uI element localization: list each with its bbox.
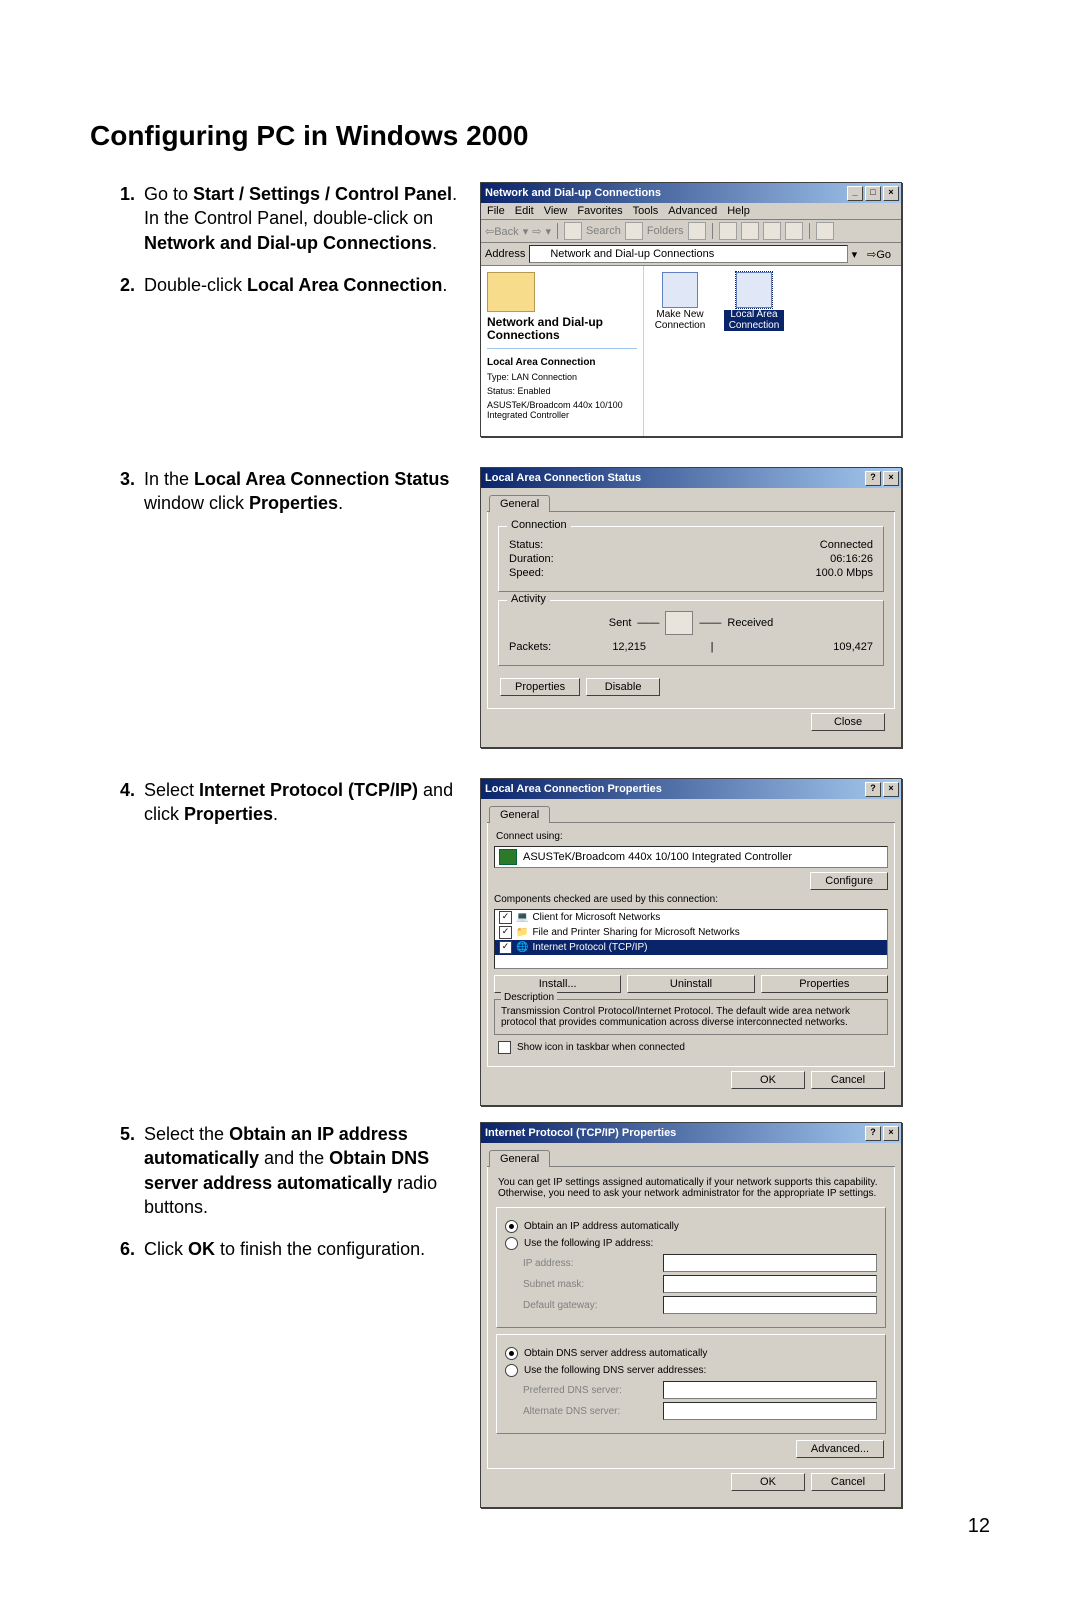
local-area-connection[interactable]: Local Area Connection bbox=[724, 272, 784, 331]
make-new-connection[interactable]: Make New Connection bbox=[650, 272, 710, 331]
lan-connection-icon bbox=[736, 272, 772, 308]
packets-sent: 12,215 bbox=[551, 641, 707, 653]
history-icon[interactable] bbox=[688, 222, 706, 240]
search-icon[interactable] bbox=[564, 222, 582, 240]
menubar[interactable]: File Edit View Favorites Tools Advanced … bbox=[481, 203, 901, 220]
tab-general[interactable]: General bbox=[489, 495, 550, 512]
connect-using-label: Connect using: bbox=[496, 831, 886, 842]
minimize-button[interactable]: _ bbox=[847, 186, 863, 201]
window-tcpip-properties: Internet Protocol (TCP/IP) Properties ? … bbox=[480, 1122, 902, 1508]
toolbar[interactable]: ⇦Back ▾⇨▾ Search Folders bbox=[481, 220, 901, 243]
menu-advanced[interactable]: Advanced bbox=[668, 205, 717, 217]
window-lac-properties: Local Area Connection Properties ? × Gen… bbox=[480, 778, 902, 1106]
close-button[interactable]: × bbox=[883, 782, 899, 797]
show-icon-checkbox[interactable] bbox=[498, 1041, 511, 1054]
configure-button[interactable]: Configure bbox=[810, 872, 888, 890]
ip-address-input bbox=[663, 1254, 877, 1272]
step-4: Select Internet Protocol (TCP/IP) and cl… bbox=[120, 778, 470, 827]
folders-icon[interactable] bbox=[625, 222, 643, 240]
gateway-input bbox=[663, 1296, 877, 1314]
close-button[interactable]: × bbox=[883, 471, 899, 486]
window-title: Local Area Connection Properties bbox=[485, 783, 662, 795]
info-pane: Network and Dial-up Connections Local Ar… bbox=[481, 266, 644, 436]
menu-help[interactable]: Help bbox=[727, 205, 750, 217]
folder-icon bbox=[534, 248, 546, 260]
copy-icon[interactable] bbox=[741, 222, 759, 240]
ip-note: You can get IP settings assigned automat… bbox=[498, 1177, 884, 1199]
properties-button[interactable]: Properties bbox=[500, 678, 580, 696]
window-title: Local Area Connection Status bbox=[485, 472, 641, 484]
duration-value: 06:16:26 bbox=[830, 553, 873, 565]
window-network-connections: Network and Dial-up Connections _ □ × Fi… bbox=[480, 182, 902, 437]
menu-file[interactable]: File bbox=[487, 205, 505, 217]
window-title: Internet Protocol (TCP/IP) Properties bbox=[485, 1127, 676, 1139]
step-6: Click OK to finish the configuration. bbox=[120, 1237, 470, 1261]
step-5: Select the Obtain an IP address automati… bbox=[120, 1122, 470, 1219]
radio-obtain-dns[interactable]: Obtain DNS server address automatically bbox=[505, 1347, 877, 1360]
views-icon[interactable] bbox=[816, 222, 834, 240]
nic-icon bbox=[499, 849, 517, 865]
cancel-button[interactable]: Cancel bbox=[811, 1473, 885, 1491]
group-activity: Activity bbox=[507, 593, 550, 605]
help-button[interactable]: ? bbox=[865, 782, 881, 797]
alternate-dns-input bbox=[663, 1402, 877, 1420]
help-button[interactable]: ? bbox=[865, 471, 881, 486]
step-1: Go to Start / Settings / Control Panel. … bbox=[120, 182, 470, 255]
help-button[interactable]: ? bbox=[865, 1126, 881, 1141]
computers-icon bbox=[665, 611, 693, 635]
tab-general[interactable]: General bbox=[489, 806, 550, 823]
folder-large-icon bbox=[487, 272, 535, 312]
radio-obtain-ip[interactable]: Obtain an IP address automatically bbox=[505, 1220, 877, 1233]
delete-icon[interactable] bbox=[763, 222, 781, 240]
properties-button[interactable]: Properties bbox=[761, 975, 888, 993]
install-button[interactable]: Install... bbox=[494, 975, 621, 993]
radio-icon bbox=[505, 1347, 518, 1360]
tab-general[interactable]: General bbox=[489, 1150, 550, 1167]
new-connection-icon bbox=[662, 272, 698, 308]
menu-favorites[interactable]: Favorites bbox=[577, 205, 622, 217]
preferred-dns-input bbox=[663, 1381, 877, 1399]
step-3: In the Local Area Connection Status wind… bbox=[120, 467, 470, 516]
menu-tools[interactable]: Tools bbox=[633, 205, 659, 217]
close-button[interactable]: × bbox=[883, 1126, 899, 1141]
window-lac-status: Local Area Connection Status ? × General… bbox=[480, 467, 902, 748]
group-connection: Connection bbox=[507, 519, 571, 531]
back-button[interactable]: ⇦Back bbox=[485, 225, 519, 238]
radio-use-ip[interactable]: Use the following IP address: bbox=[505, 1237, 877, 1250]
close-button[interactable]: Close bbox=[811, 713, 885, 731]
maximize-button[interactable]: □ bbox=[865, 186, 881, 201]
subnet-mask-input bbox=[663, 1275, 877, 1293]
address-label: Address bbox=[485, 248, 525, 260]
menu-edit[interactable]: Edit bbox=[515, 205, 534, 217]
nic-field: ASUSTeK/Broadcom 440x 10/100 Integrated … bbox=[494, 846, 888, 868]
page-title: Configuring PC in Windows 2000 bbox=[90, 120, 990, 152]
ok-button[interactable]: OK bbox=[731, 1473, 805, 1491]
undo-icon[interactable] bbox=[785, 222, 803, 240]
speed-value: 100.0 Mbps bbox=[816, 567, 873, 579]
ok-button[interactable]: OK bbox=[731, 1071, 805, 1089]
step-2: Double-click Local Area Connection. bbox=[120, 273, 470, 297]
packets-received: 109,427 bbox=[717, 641, 873, 653]
radio-icon bbox=[505, 1220, 518, 1233]
status-value: Connected bbox=[820, 539, 873, 551]
radio-icon bbox=[505, 1364, 518, 1377]
disable-button[interactable]: Disable bbox=[586, 678, 660, 696]
address-field[interactable]: Network and Dial-up Connections bbox=[529, 245, 847, 263]
window-title: Network and Dial-up Connections bbox=[485, 187, 661, 199]
menu-view[interactable]: View bbox=[544, 205, 568, 217]
move-icon[interactable] bbox=[719, 222, 737, 240]
uninstall-button[interactable]: Uninstall bbox=[627, 975, 754, 993]
advanced-button[interactable]: Advanced... bbox=[796, 1440, 884, 1458]
radio-use-dns[interactable]: Use the following DNS server addresses: bbox=[505, 1364, 877, 1377]
go-button[interactable]: ⇨Go bbox=[861, 248, 897, 261]
radio-icon bbox=[505, 1237, 518, 1250]
page-number: 12 bbox=[968, 1515, 990, 1538]
cancel-button[interactable]: Cancel bbox=[811, 1071, 885, 1089]
close-button[interactable]: × bbox=[883, 186, 899, 201]
components-label: Components checked are used by this conn… bbox=[494, 894, 888, 905]
components-list[interactable]: ✓💻Client for Microsoft Networks ✓📁File a… bbox=[494, 909, 888, 969]
tcpip-item[interactable]: ✓🌐Internet Protocol (TCP/IP) bbox=[495, 940, 887, 955]
description-text: Transmission Control Protocol/Internet P… bbox=[501, 1006, 850, 1028]
